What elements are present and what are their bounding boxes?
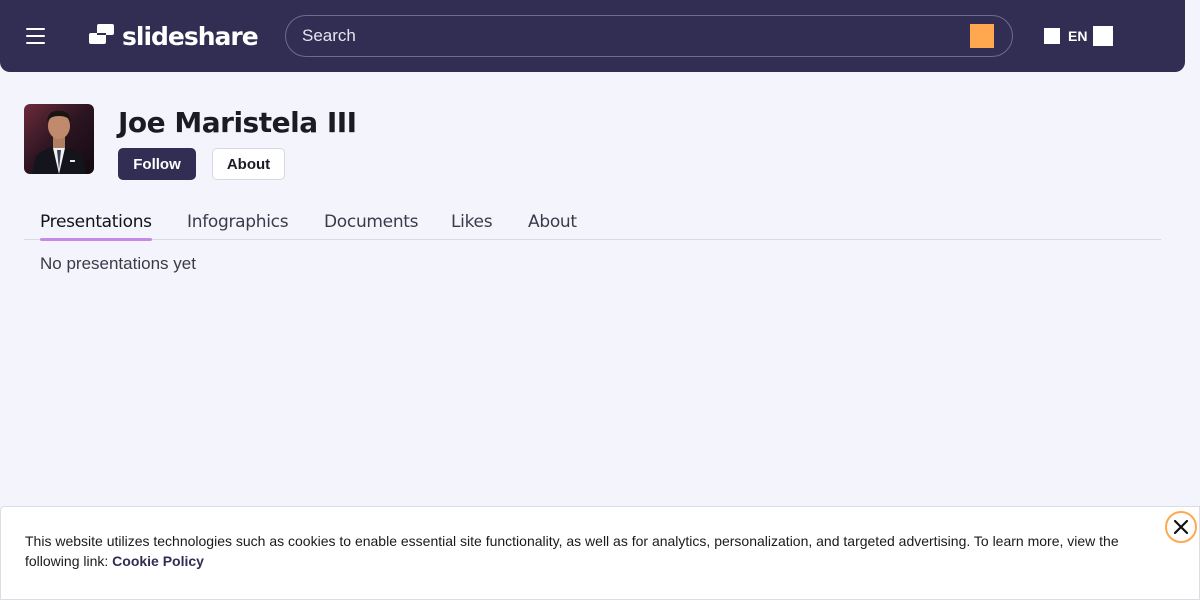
cookie-policy-link[interactable]: Cookie Policy <box>112 553 204 569</box>
slideshare-logo[interactable]: slideshare <box>88 18 259 54</box>
empty-state-message: No presentations yet <box>40 254 196 273</box>
avatar-image <box>24 104 94 174</box>
follow-button[interactable]: Follow <box>118 148 196 180</box>
about-button[interactable]: About <box>212 148 285 180</box>
avatar <box>24 104 94 174</box>
language-label[interactable]: EN <box>1068 28 1087 44</box>
tab-likes[interactable]: Likes <box>451 204 493 240</box>
top-header: slideshare EN <box>0 0 1185 72</box>
cookie-close-button[interactable] <box>1165 511 1197 543</box>
language-icon[interactable] <box>1044 28 1060 44</box>
slideshare-logo-icon <box>89 24 114 44</box>
cookie-banner: This website utilizes technologies such … <box>0 506 1200 600</box>
tab-documents[interactable]: Documents <box>324 204 419 240</box>
language-dropdown-icon[interactable] <box>1093 26 1113 46</box>
profile-tabs: Presentations Infographics Documents Lik… <box>24 204 1161 241</box>
search-input[interactable] <box>302 16 942 56</box>
close-icon <box>1174 520 1188 534</box>
tab-presentations[interactable]: Presentations <box>40 204 152 241</box>
search-bar <box>285 15 1013 57</box>
search-button[interactable] <box>970 24 994 48</box>
logo-text: slideshare <box>122 21 259 51</box>
hamburger-menu-icon[interactable] <box>26 28 46 44</box>
profile-name: Joe Maristela III <box>118 106 357 139</box>
tab-about[interactable]: About <box>528 204 577 240</box>
cookie-text: This website utilizes technologies such … <box>25 531 1135 571</box>
tab-infographics[interactable]: Infographics <box>187 204 289 240</box>
